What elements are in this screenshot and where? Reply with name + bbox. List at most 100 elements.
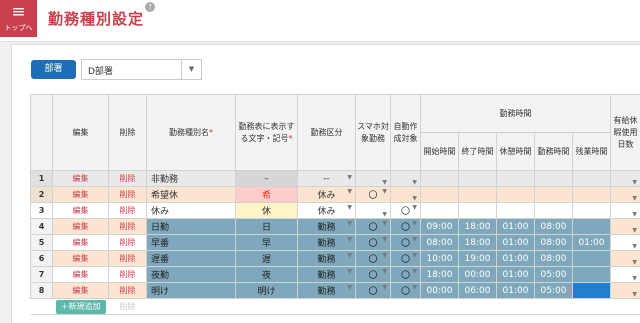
name-cell[interactable]: 早番 <box>146 234 236 251</box>
chevron-down-icon[interactable]: ▼ <box>632 211 637 218</box>
name-cell[interactable]: 遅番 <box>146 250 236 267</box>
edit-link[interactable]: 編集 <box>52 250 109 267</box>
chevron-down-icon[interactable]: ▼ <box>347 204 352 211</box>
category-select[interactable]: 勤務 ▼ <box>297 282 356 299</box>
department-select[interactable]: D部署 ▼ <box>81 59 202 80</box>
smartphone-select[interactable]: ▼ <box>355 202 391 219</box>
break-time-cell[interactable] <box>496 170 535 187</box>
break-time-cell[interactable]: 01:00 <box>496 218 535 235</box>
paid-leave-select[interactable]: ▼ <box>610 186 640 203</box>
edit-link[interactable]: 編集 <box>52 202 109 219</box>
work-hours-cell[interactable] <box>534 202 573 219</box>
chevron-down-icon[interactable]: ▼ <box>632 227 637 234</box>
category-select[interactable]: 休み ▼ <box>297 202 356 219</box>
symbol-cell[interactable]: 夜 <box>235 266 298 283</box>
name-cell[interactable]: 夜勤 <box>146 266 236 283</box>
help-icon[interactable]: ? <box>145 2 155 12</box>
category-select[interactable]: 勤務 ▼ <box>297 266 356 283</box>
smartphone-select[interactable]: 〇 ▼ <box>355 234 391 251</box>
name-cell[interactable]: 希望休 <box>146 186 236 203</box>
paid-leave-select[interactable]: ▼ <box>610 282 640 299</box>
chevron-down-icon[interactable]: ▼ <box>347 284 352 291</box>
auto-create-select[interactable]: 〇 ▼ <box>390 250 421 267</box>
chevron-down-icon[interactable]: ▼ <box>181 60 201 79</box>
delete-link[interactable]: 削除 <box>108 186 147 203</box>
smartphone-select[interactable]: 〇 ▼ <box>355 186 391 203</box>
symbol-cell[interactable]: 早 <box>235 234 298 251</box>
delete-link[interactable]: 削除 <box>108 202 147 219</box>
start-time-cell[interactable]: 09:00 <box>420 218 459 235</box>
chevron-down-icon[interactable]: ▼ <box>347 252 352 259</box>
work-hours-cell[interactable]: 08:00 <box>534 250 573 267</box>
overtime-cell[interactable] <box>571 170 612 187</box>
start-time-cell[interactable] <box>420 170 459 187</box>
auto-create-select[interactable]: ▼ <box>390 186 421 203</box>
smartphone-select[interactable]: 〇 ▼ <box>355 282 391 299</box>
category-select[interactable]: 休み ▼ <box>297 186 356 203</box>
paid-leave-select[interactable]: ▼ <box>610 218 640 235</box>
chevron-down-icon[interactable]: ▼ <box>382 252 387 259</box>
home-button[interactable]: ≡ トップへ <box>0 0 37 37</box>
edit-link[interactable]: 編集 <box>52 282 109 299</box>
chevron-down-icon[interactable]: ▼ <box>412 179 417 186</box>
chevron-down-icon[interactable]: ▼ <box>412 284 417 291</box>
overtime-cell[interactable] <box>571 186 612 203</box>
work-hours-cell[interactable]: 08:00 <box>534 234 573 251</box>
end-time-cell[interactable] <box>458 170 497 187</box>
symbol-cell[interactable]: 明け <box>235 282 298 299</box>
auto-create-select[interactable]: 〇 ▼ <box>390 234 421 251</box>
edit-link[interactable]: 編集 <box>52 218 109 235</box>
chevron-down-icon[interactable]: ▼ <box>347 268 352 275</box>
department-button[interactable]: 部署 <box>31 60 76 79</box>
chevron-down-icon[interactable]: ▼ <box>382 211 387 218</box>
end-time-cell[interactable] <box>458 202 497 219</box>
auto-create-select[interactable]: 〇 ▼ <box>390 202 421 219</box>
end-time-cell[interactable] <box>458 186 497 203</box>
chevron-down-icon[interactable]: ▼ <box>382 179 387 186</box>
end-time-cell[interactable]: 18:00 <box>458 234 497 251</box>
add-new-button[interactable]: ＋新規追加 <box>55 299 106 314</box>
chevron-down-icon[interactable]: ▼ <box>632 243 637 250</box>
start-time-cell[interactable]: 00:00 <box>420 282 459 299</box>
work-hours-cell[interactable] <box>534 170 573 187</box>
auto-create-select[interactable]: ▼ <box>390 170 421 187</box>
chevron-down-icon[interactable]: ▼ <box>382 268 387 275</box>
edit-link[interactable]: 編集 <box>52 186 109 203</box>
break-time-cell[interactable]: 01:00 <box>496 250 535 267</box>
delete-link[interactable]: 削除 <box>108 234 147 251</box>
paid-leave-select[interactable]: ▼ <box>610 266 640 283</box>
overtime-cell[interactable] <box>571 250 612 267</box>
chevron-down-icon[interactable]: ▼ <box>382 220 387 227</box>
edit-link[interactable]: 編集 <box>52 170 109 187</box>
category-select[interactable]: -- ▼ <box>297 170 356 187</box>
delete-link[interactable]: 削除 <box>108 282 147 299</box>
chevron-down-icon[interactable]: ▼ <box>632 259 637 266</box>
start-time-cell[interactable] <box>420 202 459 219</box>
paid-leave-select[interactable]: ▼ <box>610 250 640 267</box>
delete-link[interactable]: 削除 <box>108 250 147 267</box>
break-time-cell[interactable] <box>496 202 535 219</box>
work-hours-cell[interactable] <box>534 186 573 203</box>
chevron-down-icon[interactable]: ▼ <box>412 236 417 243</box>
name-cell[interactable]: 非勤務 <box>146 170 236 187</box>
chevron-down-icon[interactable]: ▼ <box>347 188 352 195</box>
smartphone-select[interactable]: 〇 ▼ <box>355 266 391 283</box>
start-time-cell[interactable] <box>420 186 459 203</box>
work-hours-cell[interactable]: 08:00 <box>534 218 573 235</box>
break-time-cell[interactable]: 01:00 <box>496 282 535 299</box>
delete-link[interactable]: 削除 <box>108 266 147 283</box>
overtime-cell[interactable] <box>571 202 612 219</box>
chevron-down-icon[interactable]: ▼ <box>382 188 387 195</box>
symbol-cell[interactable]: – <box>235 170 298 187</box>
delete-link[interactable]: 削除 <box>108 170 147 187</box>
edit-link[interactable]: 編集 <box>52 234 109 251</box>
auto-create-select[interactable]: 〇 ▼ <box>390 218 421 235</box>
category-select[interactable]: 勤務 ▼ <box>297 250 356 267</box>
start-time-cell[interactable]: 18:00 <box>420 266 459 283</box>
paid-leave-select[interactable]: ▼ <box>610 234 640 251</box>
chevron-down-icon[interactable]: ▼ <box>382 284 387 291</box>
start-time-cell[interactable]: 10:00 <box>420 250 459 267</box>
name-cell[interactable]: 日勤 <box>146 218 236 235</box>
chevron-down-icon[interactable]: ▼ <box>632 195 637 202</box>
edit-link[interactable]: 編集 <box>52 266 109 283</box>
